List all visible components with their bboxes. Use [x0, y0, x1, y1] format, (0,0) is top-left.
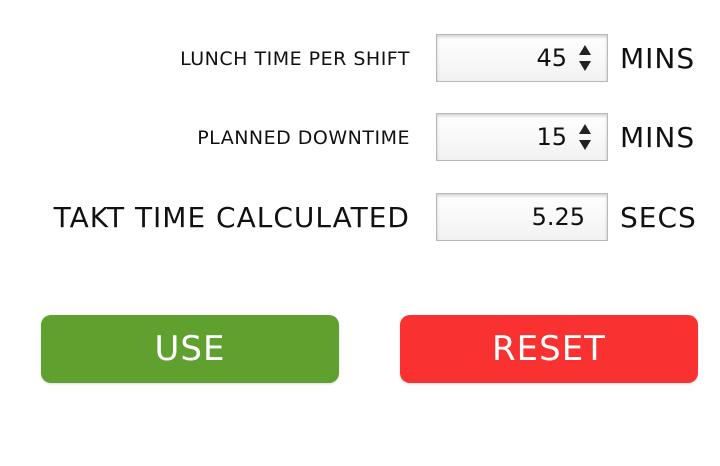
lunch-time-value[interactable]: 45	[536, 35, 567, 81]
spinner-icon[interactable]	[577, 121, 593, 153]
planned-downtime-stepper[interactable]: 15	[436, 113, 608, 161]
increment-arrow-icon[interactable]	[579, 124, 591, 134]
takt-time-unit: Secs	[620, 201, 697, 234]
decrement-arrow-icon[interactable]	[579, 61, 591, 71]
takt-time-label: Takt time calculated	[53, 201, 410, 234]
planned-downtime-unit: Mins	[620, 121, 696, 154]
use-button[interactable]: Use	[41, 315, 339, 383]
decrement-arrow-icon[interactable]	[579, 140, 591, 150]
lunch-time-unit: Mins	[620, 42, 696, 75]
lunch-time-stepper[interactable]: 45	[436, 34, 608, 82]
lunch-time-row: Lunch time per shift 45 Mins	[0, 33, 720, 85]
planned-downtime-row: Planned downtime 15 Mins	[0, 112, 720, 164]
reset-button[interactable]: Reset	[400, 315, 698, 383]
takt-time-row: Takt time calculated 5.25 Secs	[0, 192, 720, 244]
lunch-time-label: Lunch time per shift	[180, 48, 410, 70]
takt-time-output: 5.25	[436, 193, 608, 241]
planned-downtime-value[interactable]: 15	[536, 114, 567, 160]
spinner-icon[interactable]	[577, 42, 593, 74]
planned-downtime-label: Planned downtime	[197, 127, 410, 149]
takt-time-value: 5.25	[531, 203, 585, 231]
takt-time-calculator: Lunch time per shift 45 Mins Planned dow…	[0, 0, 720, 466]
increment-arrow-icon[interactable]	[579, 45, 591, 55]
